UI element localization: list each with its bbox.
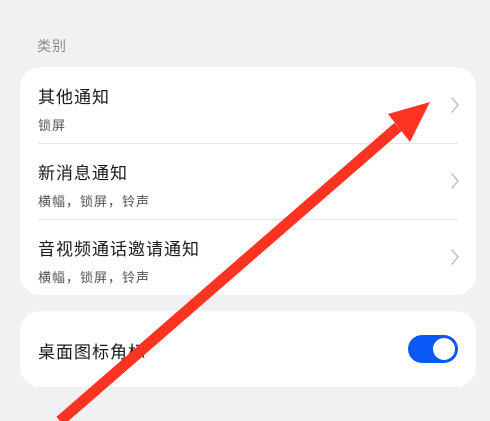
list-item-title: 新消息通知 xyxy=(38,164,128,184)
list-item-title: 音视频通话邀请通知 xyxy=(38,240,200,260)
badge-setting-label: 桌面图标角标 xyxy=(38,343,146,363)
chevron-right-icon xyxy=(451,173,459,189)
list-item-other-notifications[interactable]: 其他通知 锁屏 xyxy=(20,67,476,143)
toggle-knob xyxy=(433,338,455,360)
list-item-new-message-notifications[interactable]: 新消息通知 横幅，锁屏，铃声 xyxy=(20,143,476,219)
list-item-subtitle: 锁屏 xyxy=(38,119,67,134)
list-item-call-invite-notifications[interactable]: 音视频通话邀请通知 横幅，锁屏，铃声 xyxy=(20,219,476,295)
list-item-subtitle: 横幅，锁屏，铃声 xyxy=(38,271,151,286)
chevron-right-icon xyxy=(451,249,459,265)
category-section-label: 类别 xyxy=(37,39,67,55)
chevron-right-icon xyxy=(451,97,459,113)
badge-toggle-switch[interactable] xyxy=(408,335,458,363)
list-item-subtitle: 横幅，锁屏，铃声 xyxy=(38,195,151,210)
list-item-title: 其他通知 xyxy=(38,88,110,108)
notification-category-card: 其他通知 锁屏 新消息通知 横幅，锁屏，铃声 音视频通话邀请通知 横幅，锁屏，铃… xyxy=(20,67,476,295)
badge-setting-card: 桌面图标角标 xyxy=(20,311,476,387)
